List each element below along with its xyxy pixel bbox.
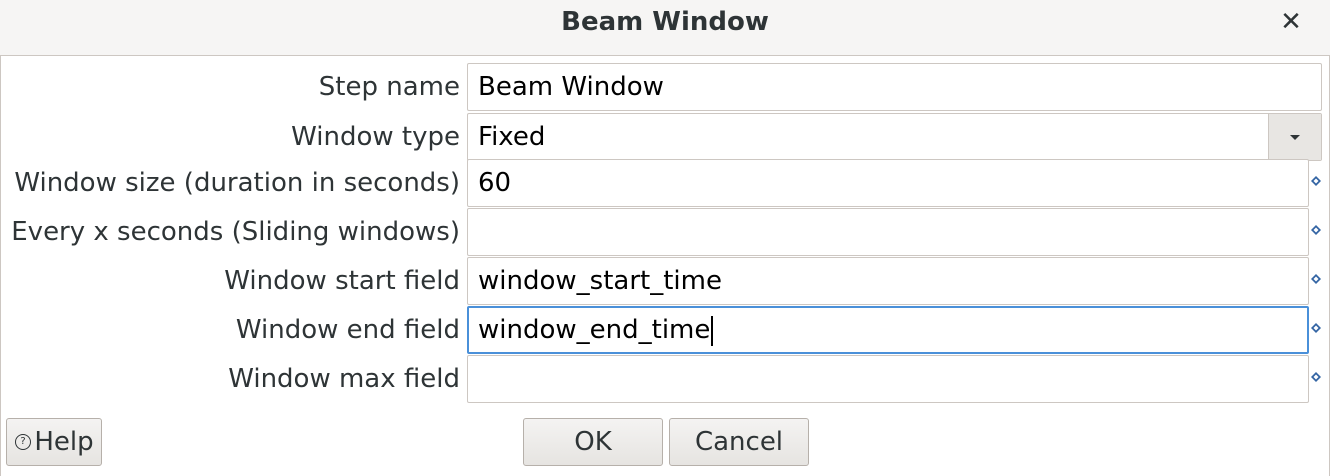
- variable-icon[interactable]: [1311, 372, 1321, 382]
- window-start-field-label: Window start field: [224, 266, 460, 296]
- window-start-field-value: window_start_time: [478, 266, 722, 296]
- variable-icon[interactable]: [1311, 176, 1321, 186]
- variable-icon[interactable]: [1311, 323, 1321, 333]
- window-end-field-label: Window end field: [235, 315, 460, 345]
- text-cursor: [711, 315, 714, 346]
- window-size-input[interactable]: 60: [467, 159, 1309, 207]
- window-type-value: Fixed: [478, 122, 546, 152]
- help-button[interactable]: ? Help: [6, 418, 102, 466]
- title-bar: Beam Window ✕: [0, 0, 1330, 56]
- window-end-field-value: window_end_time: [478, 315, 711, 345]
- window-type-label: Window type: [291, 122, 460, 152]
- step-name-input[interactable]: Beam Window: [467, 63, 1322, 111]
- dropdown-arrow-icon: [1290, 135, 1300, 140]
- help-icon: ?: [15, 434, 31, 450]
- step-name-label: Step name: [318, 72, 460, 102]
- cancel-button-label: Cancel: [694, 427, 784, 457]
- window-start-field-input[interactable]: window_start_time: [467, 257, 1309, 305]
- close-button[interactable]: ✕: [1272, 5, 1310, 39]
- window-type-dropdown-button[interactable]: [1268, 114, 1321, 160]
- close-icon: ✕: [1280, 7, 1302, 37]
- window-max-field-label: Window max field: [228, 364, 460, 394]
- cancel-button[interactable]: Cancel: [669, 418, 809, 466]
- window-size-value: 60: [478, 168, 512, 198]
- every-x-seconds-input[interactable]: [467, 208, 1309, 256]
- dialog-border-left: [0, 56, 1, 476]
- help-button-label: Help: [34, 427, 94, 457]
- variable-icon[interactable]: [1311, 225, 1321, 235]
- window-type-combo[interactable]: Fixed: [467, 113, 1322, 161]
- window-max-field-input[interactable]: [467, 355, 1309, 403]
- ok-button-label: OK: [574, 427, 612, 457]
- every-x-seconds-label: Every x seconds (Sliding windows): [11, 217, 460, 247]
- window-size-label: Window size (duration in seconds): [14, 168, 460, 198]
- dialog-title: Beam Window: [561, 7, 769, 37]
- ok-button[interactable]: OK: [523, 418, 663, 466]
- window-end-field-input[interactable]: window_end_time: [467, 306, 1309, 354]
- step-name-value: Beam Window: [478, 72, 664, 102]
- variable-icon[interactable]: [1311, 274, 1321, 284]
